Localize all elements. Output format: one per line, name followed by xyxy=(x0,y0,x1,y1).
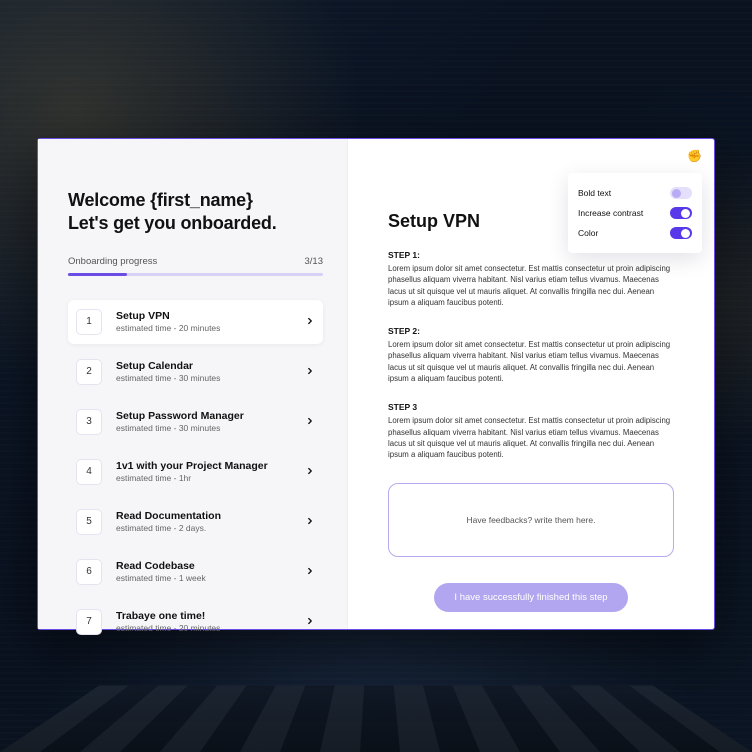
onboarding-modal: Welcome {first_name} Let's get you onboa… xyxy=(37,138,715,630)
feedback-input[interactable]: Have feedbacks? write them here. xyxy=(388,483,674,557)
step-estimate: estimated time - 2 days. xyxy=(116,523,305,533)
progress-bar-fill xyxy=(68,273,127,276)
detail-sections: STEP 1:Lorem ipsum dolor sit amet consec… xyxy=(388,250,674,461)
step-number: 2 xyxy=(76,359,102,385)
step-title: Read Documentation xyxy=(116,510,305,522)
step-estimate: estimated time - 30 minutes xyxy=(116,423,305,433)
step-text: Read Codebaseestimated time - 1 week xyxy=(116,560,305,583)
detail-section: STEP 2: Lorem ipsum dolor sit amet consec… xyxy=(388,326,674,384)
step-text: Trabaye one time!estimated time - 20 min… xyxy=(116,610,305,633)
step-estimate: estimated time - 1hr xyxy=(116,473,305,483)
step-item[interactable]: 2 Setup Calendarestimated time - 30 minut… xyxy=(68,350,323,394)
section-body: Lorem ipsum dolor sit amet consectetur. … xyxy=(388,263,674,308)
step-estimate: estimated time - 20 minutes xyxy=(116,323,305,333)
step-title: 1v1 with your Project Manager xyxy=(116,460,305,472)
chevron-right-icon xyxy=(305,613,315,631)
progress-bar xyxy=(68,273,323,276)
step-item[interactable]: 7 Trabaye one time!estimated time - 20 mi… xyxy=(68,600,323,644)
step-number: 5 xyxy=(76,509,102,535)
chevron-right-icon xyxy=(305,363,315,381)
step-text: Setup VPNestimated time - 20 minutes xyxy=(116,310,305,333)
right-panel: ✊ Bold textIncrease contrastColor Setup … xyxy=(348,139,714,629)
step-text: Read Documentationestimated time - 2 day… xyxy=(116,510,305,533)
welcome-line2: Let's get you onboarded. xyxy=(68,212,323,235)
settings-label: Bold text xyxy=(578,188,611,198)
step-number: 1 xyxy=(76,309,102,335)
detail-section: STEP 1:Lorem ipsum dolor sit amet consec… xyxy=(388,250,674,308)
progress-label: Onboarding progress xyxy=(68,256,157,267)
step-title: Trabaye one time! xyxy=(116,610,305,622)
settings-label: Color xyxy=(578,228,598,238)
progress-count: 3/13 xyxy=(305,256,324,267)
step-item[interactable]: 3 Setup Password Managerestimated time - … xyxy=(68,400,323,444)
section-heading: STEP 3 xyxy=(388,402,674,412)
step-item[interactable]: 5 Read Documentationestimated time - 2 da… xyxy=(68,500,323,544)
chevron-right-icon xyxy=(305,463,315,481)
step-list: 1Setup VPNestimated time - 20 minutes2Se… xyxy=(68,300,323,644)
step-item[interactable]: 6 Read Codebaseestimated time - 1 week xyxy=(68,550,323,594)
chevron-right-icon xyxy=(305,413,315,431)
step-number: 6 xyxy=(76,559,102,585)
settings-row: Bold text xyxy=(578,183,692,203)
welcome-heading: Welcome {first_name} Let's get you onboa… xyxy=(68,189,323,236)
step-estimate: estimated time - 30 minutes xyxy=(116,373,305,383)
settings-row: Increase contrast xyxy=(578,203,692,223)
step-title: Read Codebase xyxy=(116,560,305,572)
step-title: Setup VPN xyxy=(116,310,305,322)
step-text: 1v1 with your Project Managerestimated t… xyxy=(116,460,305,483)
toggle-bold-text[interactable] xyxy=(670,187,692,199)
welcome-line1: Welcome {first_name} xyxy=(68,189,323,212)
toggle-increase-contrast[interactable] xyxy=(670,207,692,219)
section-heading: STEP 2: xyxy=(388,326,674,336)
grab-icon[interactable]: ✊ xyxy=(687,149,702,163)
feedback-placeholder: Have feedbacks? write them here. xyxy=(467,515,596,525)
settings-row: Color xyxy=(578,223,692,243)
left-panel: Welcome {first_name} Let's get you onboa… xyxy=(38,139,348,629)
step-item[interactable]: 4 1v1 with your Project Managerestimated … xyxy=(68,450,323,494)
step-number: 7 xyxy=(76,609,102,635)
step-number: 4 xyxy=(76,459,102,485)
step-estimate: estimated time - 20 minutes xyxy=(116,623,305,633)
progress-row: Onboarding progress 3/13 xyxy=(68,256,323,267)
step-title: Setup Password Manager xyxy=(116,410,305,422)
settings-label: Increase contrast xyxy=(578,208,643,218)
section-body: Lorem ipsum dolor sit amet consectetur. … xyxy=(388,339,674,384)
section-body: Lorem ipsum dolor sit amet consectetur. … xyxy=(388,415,674,460)
step-number: 3 xyxy=(76,409,102,435)
toggle-color[interactable] xyxy=(670,227,692,239)
chevron-right-icon xyxy=(305,563,315,581)
chevron-right-icon xyxy=(305,313,315,331)
detail-section: STEP 3 Lorem ipsum dolor sit amet consect… xyxy=(388,402,674,460)
step-estimate: estimated time - 1 week xyxy=(116,573,305,583)
background-road xyxy=(0,686,752,752)
finish-step-button[interactable]: I have successfully finished this step xyxy=(434,583,627,612)
step-item[interactable]: 1 Setup VPNestimated time - 20 minutes xyxy=(68,300,323,344)
step-text: Setup Calendarestimated time - 30 minute… xyxy=(116,360,305,383)
step-text: Setup Password Managerestimated time - 3… xyxy=(116,410,305,433)
step-title: Setup Calendar xyxy=(116,360,305,372)
chevron-right-icon xyxy=(305,513,315,531)
settings-panel: Bold text Increase contrast Color xyxy=(568,173,702,253)
